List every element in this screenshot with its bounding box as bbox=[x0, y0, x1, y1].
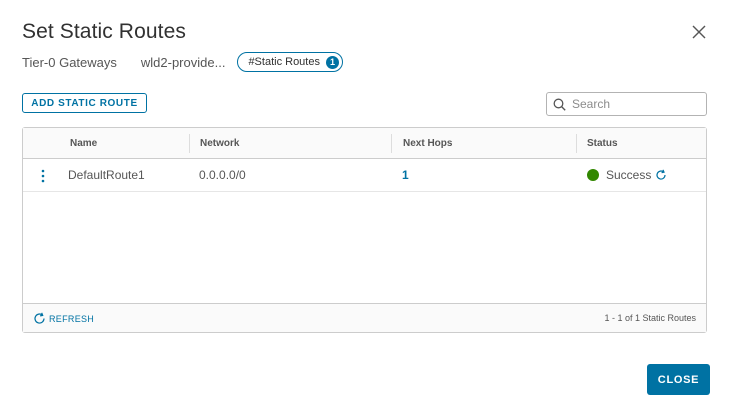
table-row: DefaultRoute1 0.0.0.0/0 1 Success bbox=[23, 159, 706, 192]
subheader: Tier-0 Gateways wld2-provide... #Static … bbox=[22, 52, 343, 72]
pagination-summary: 1 - 1 of 1 Static Routes bbox=[604, 313, 696, 323]
grid-header: Name Network Next Hops Status bbox=[23, 128, 706, 159]
search-box bbox=[546, 92, 707, 116]
column-separator[interactable] bbox=[189, 134, 190, 153]
pill-count-badge: 1 bbox=[325, 55, 339, 69]
search-input[interactable] bbox=[572, 97, 692, 111]
refresh-label: REFRESH bbox=[49, 313, 95, 324]
column-header-name[interactable]: Name bbox=[70, 128, 97, 158]
column-separator[interactable] bbox=[391, 134, 392, 153]
pill-label: #Static Routes bbox=[248, 56, 320, 68]
next-hops-link[interactable]: 1 bbox=[402, 159, 409, 191]
search-icon bbox=[553, 98, 566, 111]
context-label: Tier-0 Gateways bbox=[22, 54, 117, 70]
close-button[interactable]: CLOSE bbox=[647, 364, 710, 395]
refresh-icon bbox=[34, 312, 45, 324]
static-routes-grid: Name Network Next Hops Status DefaultRou… bbox=[22, 127, 707, 333]
refresh-button[interactable]: REFRESH bbox=[33, 312, 94, 325]
add-static-route-button[interactable]: ADD STATIC ROUTE bbox=[22, 93, 147, 113]
status-success-icon bbox=[587, 169, 599, 181]
row-actions-kebab-icon[interactable] bbox=[40, 168, 46, 184]
static-routes-pill[interactable]: #Static Routes 1 bbox=[237, 52, 343, 72]
gateway-name: wld2-provide... bbox=[140, 54, 226, 70]
column-separator[interactable] bbox=[576, 134, 577, 153]
status-text: Success bbox=[606, 168, 652, 182]
status-cell: Success bbox=[587, 159, 667, 191]
grid-footer: REFRESH 1 - 1 of 1 Static Routes bbox=[23, 303, 706, 332]
column-header-next-hops[interactable]: Next Hops bbox=[403, 128, 452, 158]
route-network: 0.0.0.0/0 bbox=[199, 168, 246, 182]
column-header-network[interactable]: Network bbox=[200, 128, 239, 158]
dialog-title: Set Static Routes bbox=[22, 20, 186, 43]
route-name: DefaultRoute1 bbox=[68, 168, 145, 182]
column-header-status[interactable]: Status bbox=[587, 128, 618, 158]
close-icon[interactable] bbox=[690, 23, 708, 41]
refresh-status-icon[interactable] bbox=[655, 169, 667, 181]
